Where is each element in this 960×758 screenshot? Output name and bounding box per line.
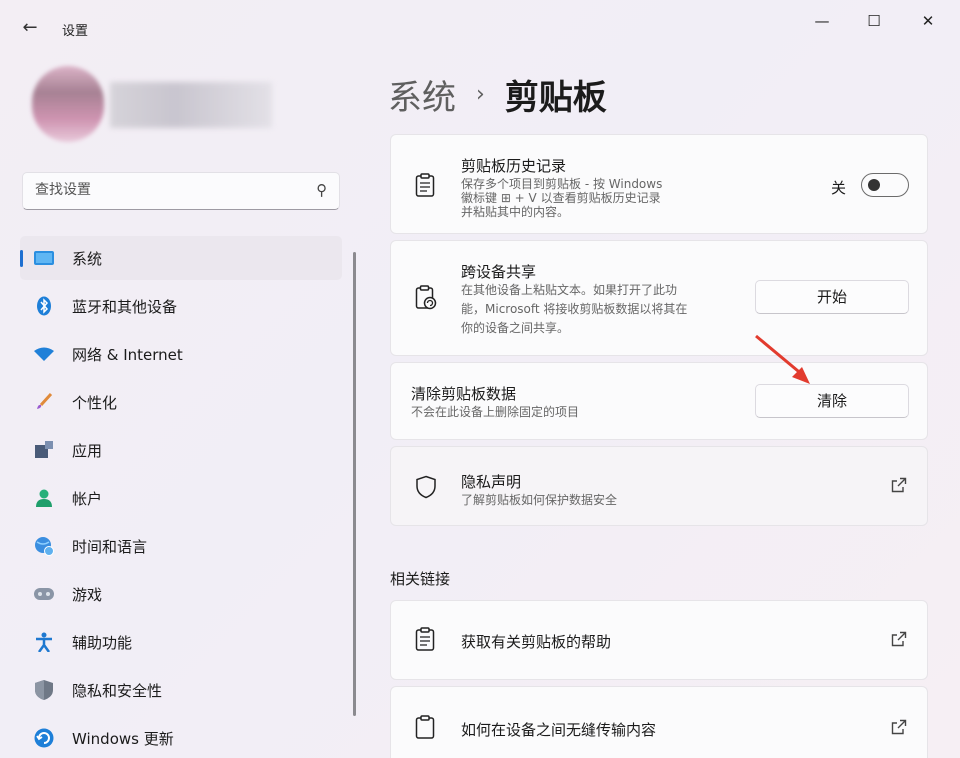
cross-device-title: 跨设备共享 <box>461 263 537 281</box>
related-link-transfer[interactable]: 如何在设备之间无缝传输内容 <box>390 686 928 758</box>
chevron-right-icon: › <box>476 82 485 107</box>
clipboard-sync-icon <box>415 285 437 316</box>
sidebar-item-label: 应用 <box>72 441 103 460</box>
related-link-help[interactable]: 获取有关剪贴板的帮助 <box>390 600 928 680</box>
sidebar-item-label: 系统 <box>72 249 103 268</box>
sidebar-item-label: 时间和语言 <box>72 537 148 556</box>
sidebar-item-apps[interactable]: 应用 <box>20 428 342 472</box>
sidebar-item-accounts[interactable]: 帐户 <box>20 476 342 520</box>
gamepad-icon <box>34 584 54 604</box>
clipboard-history-desc-1: 保存多个项目到剪贴板 - 按 Windows <box>461 177 663 191</box>
clear-clipboard-title: 清除剪贴板数据 <box>411 385 517 403</box>
breadcrumb-parent[interactable]: 系统 <box>388 70 456 119</box>
sidebar-item-label: 辅助功能 <box>72 633 133 652</box>
annotation-arrow <box>755 334 810 384</box>
accessibility-icon <box>34 632 54 652</box>
cross-device-desc-3: 你的设备之间共享。 <box>461 321 570 335</box>
external-link-icon[interactable] <box>891 719 907 739</box>
privacy-statement-title: 隐私声明 <box>461 473 522 491</box>
clear-clipboard-card: 清除剪贴板数据 不会在此设备上删除固定的项目 清除 <box>390 362 928 440</box>
clipboard-history-toggle[interactable] <box>861 173 909 197</box>
page-title: 剪贴板 <box>504 78 607 118</box>
sidebar-item-accessibility[interactable]: 辅助功能 <box>20 620 342 664</box>
clipboard-icon <box>415 627 435 656</box>
sidebar-item-windows-update[interactable]: Windows 更新 <box>20 716 342 758</box>
minimize-button[interactable]: — <box>802 8 842 34</box>
clipboard-history-desc-3: 并粘贴其中的内容。 <box>461 205 570 219</box>
privacy-statement-desc: 了解剪贴板如何保护数据安全 <box>461 493 618 507</box>
shield-icon <box>34 680 54 700</box>
external-link-icon[interactable] <box>891 631 907 651</box>
search-box[interactable]: ⚲ <box>22 172 340 210</box>
sidebar-item-label: 蓝牙和其他设备 <box>72 297 178 316</box>
back-button[interactable]: ← <box>18 16 42 40</box>
avatar <box>32 66 104 142</box>
sidebar-item-label: 游戏 <box>72 585 103 604</box>
sidebar-item-label: 帐户 <box>72 489 103 508</box>
maximize-button[interactable]: ☐ <box>854 8 894 34</box>
sidebar-item-label: 网络 & Internet <box>72 345 183 364</box>
bluetooth-icon <box>34 296 54 316</box>
toggle-knob <box>868 179 880 191</box>
apps-icon <box>34 440 54 460</box>
sidebar-item-time-language[interactable]: 时间和语言 <box>20 524 342 568</box>
sidebar-item-label: Windows 更新 <box>72 729 174 748</box>
search-icon[interactable]: ⚲ <box>316 181 327 199</box>
close-button[interactable]: ✕ <box>908 8 948 34</box>
sidebar-item-network[interactable]: 网络 & Internet <box>20 332 342 376</box>
breadcrumb: 系统 › 剪贴板 <box>388 70 607 119</box>
start-button[interactable]: 开始 <box>755 280 909 314</box>
sidebar-scrollbar[interactable] <box>353 252 356 716</box>
sidebar-item-privacy-security[interactable]: 隐私和安全性 <box>20 668 342 712</box>
brush-icon <box>34 392 54 412</box>
sidebar-nav: 系统 蓝牙和其他设备 网络 & Internet 个性化 应用 帐户 时间和语言… <box>20 236 342 758</box>
person-icon <box>34 488 54 508</box>
clipboard-blank-icon <box>415 715 435 744</box>
profile-name-blurred <box>110 82 272 128</box>
clipboard-icon <box>415 173 435 202</box>
cross-device-desc-2: 能，Microsoft 将接收剪贴板数据以将其在 <box>461 302 688 316</box>
clear-clipboard-desc: 不会在此设备上删除固定的项目 <box>411 405 580 419</box>
clipboard-history-card: 剪贴板历史记录 保存多个项目到剪贴板 - 按 Windows 徽标键 ⊞ + V… <box>390 134 928 234</box>
toggle-state-label: 关 <box>831 179 847 197</box>
clipboard-history-title: 剪贴板历史记录 <box>461 157 567 175</box>
app-title: 设置 <box>62 24 89 39</box>
external-link-icon[interactable] <box>891 477 907 497</box>
related-link-label: 如何在设备之间无缝传输内容 <box>461 721 657 739</box>
sidebar-item-label: 隐私和安全性 <box>72 681 163 700</box>
sidebar-item-bluetooth[interactable]: 蓝牙和其他设备 <box>20 284 342 328</box>
cross-device-desc-1: 在其他设备上粘贴文本。如果打开了此功 <box>461 283 678 297</box>
sidebar-item-gaming[interactable]: 游戏 <box>20 572 342 616</box>
clipboard-history-desc-2: 徽标键 ⊞ + V 以查看剪贴板历史记录 <box>461 191 661 205</box>
update-icon <box>34 728 54 748</box>
globe-clock-icon <box>34 536 54 556</box>
wifi-icon <box>34 344 54 364</box>
title-bar: ← 设置 — ☐ ✕ <box>0 0 960 44</box>
sidebar-item-personalization[interactable]: 个性化 <box>20 380 342 424</box>
privacy-statement-card[interactable]: 隐私声明 了解剪贴板如何保护数据安全 <box>390 446 928 526</box>
sidebar-item-system[interactable]: 系统 <box>20 236 342 280</box>
shield-outline-icon <box>415 475 437 504</box>
cross-device-sharing-card: 跨设备共享 在其他设备上粘贴文本。如果打开了此功 能，Microsoft 将接收… <box>390 240 928 356</box>
system-monitor-icon <box>34 248 54 268</box>
related-links-heading: 相关链接 <box>390 570 451 588</box>
related-link-label: 获取有关剪贴板的帮助 <box>461 633 612 651</box>
user-profile[interactable] <box>20 62 290 148</box>
sidebar-item-label: 个性化 <box>72 393 118 412</box>
search-input[interactable] <box>35 182 295 198</box>
